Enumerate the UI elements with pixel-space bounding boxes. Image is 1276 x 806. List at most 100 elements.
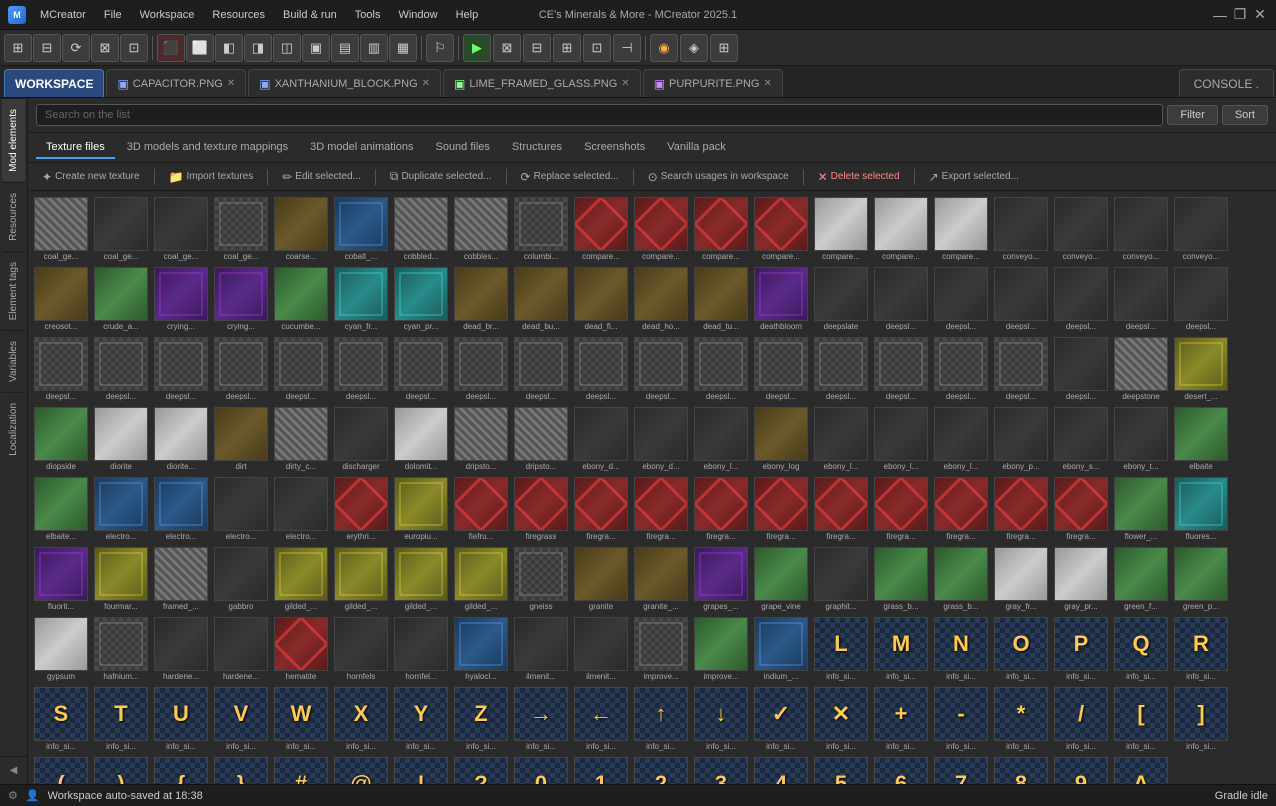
- import-textures-button[interactable]: 📁 Import textures: [163, 168, 260, 186]
- texture-item[interactable]: creosot...: [32, 265, 90, 333]
- toolbar-btn-10[interactable]: ◫: [273, 34, 301, 62]
- texture-item[interactable]: coal_ge...: [152, 195, 210, 263]
- texture-item[interactable]: deepsl...: [1052, 335, 1110, 403]
- toolbar-btn-3[interactable]: ⟳: [62, 34, 90, 62]
- texture-item[interactable]: deepsl...: [212, 335, 270, 403]
- toolbar-btn-9[interactable]: ◨: [244, 34, 272, 62]
- texture-item[interactable]: dolomit...: [392, 405, 450, 473]
- texture-item[interactable]: gypsum: [32, 615, 90, 683]
- texture-item[interactable]: + info_si...: [872, 685, 930, 753]
- texture-item[interactable]: cobbles...: [452, 195, 510, 263]
- sub-tab-structures[interactable]: Structures: [502, 137, 572, 159]
- texture-item[interactable]: cyan_fr...: [332, 265, 390, 333]
- texture-item[interactable]: graphit...: [812, 545, 870, 613]
- texture-item[interactable]: deepsl...: [752, 335, 810, 403]
- tab-console[interactable]: CONSOLE .: [1179, 69, 1274, 97]
- toolbar-btn-8[interactable]: ◧: [215, 34, 243, 62]
- export-selected-button[interactable]: ↗ Export selected...: [923, 168, 1025, 186]
- toolbar-btn-17[interactable]: ⊠: [493, 34, 521, 62]
- texture-item[interactable]: crude_a...: [92, 265, 150, 333]
- texture-item[interactable]: compare...: [872, 195, 930, 263]
- texture-item[interactable]: → info_si...: [512, 685, 570, 753]
- texture-item[interactable]: deepsl...: [992, 335, 1050, 403]
- texture-item[interactable]: @ info_si...: [332, 755, 390, 784]
- tab-purpurite[interactable]: ▣ PURPURITE.PNG ✕: [643, 69, 783, 97]
- texture-item[interactable]: O info_si...: [992, 615, 1050, 683]
- tab-workspace[interactable]: WORKSPACE: [4, 69, 104, 97]
- sidebar-collapse-btn[interactable]: ◀: [0, 756, 28, 784]
- toolbar-btn-7[interactable]: ⬜: [186, 34, 214, 62]
- texture-item[interactable]: deepsl...: [92, 335, 150, 403]
- texture-item[interactable]: 6 info_si...: [872, 755, 930, 784]
- texture-item[interactable]: P info_si...: [1052, 615, 1110, 683]
- texture-item[interactable]: ebony_s...: [1052, 405, 1110, 473]
- texture-item[interactable]: deepsl...: [572, 335, 630, 403]
- tab-xanthanium[interactable]: ▣ XANTHANIUM_BLOCK.PNG ✕: [248, 69, 441, 97]
- texture-item[interactable]: grapes_...: [692, 545, 750, 613]
- texture-item[interactable]: * info_si...: [992, 685, 1050, 753]
- run-btn[interactable]: ▶: [463, 34, 491, 62]
- texture-item[interactable]: deepsl...: [272, 335, 330, 403]
- texture-item[interactable]: L info_si...: [812, 615, 870, 683]
- texture-item[interactable]: R info_si...: [1172, 615, 1230, 683]
- texture-item[interactable]: 9 info_si...: [1052, 755, 1110, 784]
- texture-item[interactable]: T info_si...: [92, 685, 150, 753]
- texture-item[interactable]: ✓ info_si...: [752, 685, 810, 753]
- texture-item[interactable]: dead_bu...: [512, 265, 570, 333]
- texture-item[interactable]: firegra...: [692, 475, 750, 543]
- texture-item[interactable]: hornfels: [332, 615, 390, 683]
- texture-item[interactable]: green_p...: [1172, 545, 1230, 613]
- texture-item[interactable]: grass_b...: [932, 545, 990, 613]
- sidebar-item-mod-elements[interactable]: Mod elements: [2, 98, 25, 182]
- texture-item[interactable]: 7 info_si...: [932, 755, 990, 784]
- texture-item[interactable]: deepsl...: [152, 335, 210, 403]
- toolbar-btn-23[interactable]: ◈: [680, 34, 708, 62]
- menu-help[interactable]: Help: [448, 7, 487, 23]
- toolbar-btn-20[interactable]: ⊡: [583, 34, 611, 62]
- texture-item[interactable]: Z info_si...: [452, 685, 510, 753]
- replace-selected-button[interactable]: ⟳ Replace selected...: [515, 168, 625, 186]
- texture-item[interactable]: N info_si...: [932, 615, 990, 683]
- search-input[interactable]: [36, 104, 1163, 126]
- texture-item[interactable]: deepsl...: [1112, 265, 1170, 333]
- toolbar-btn-13[interactable]: ▥: [360, 34, 388, 62]
- texture-item[interactable]: deepsl...: [32, 335, 90, 403]
- texture-item[interactable]: firegra...: [932, 475, 990, 543]
- texture-item[interactable]: diopside: [32, 405, 90, 473]
- texture-item[interactable]: ebony_p...: [992, 405, 1050, 473]
- texture-item[interactable]: diorite: [92, 405, 150, 473]
- texture-item[interactable]: 2 info_si...: [632, 755, 690, 784]
- texture-item[interactable]: S info_si...: [32, 685, 90, 753]
- texture-item[interactable]: firegrass: [512, 475, 570, 543]
- texture-item[interactable]: framed_...: [152, 545, 210, 613]
- texture-item[interactable]: fourmar...: [92, 545, 150, 613]
- texture-item[interactable]: compare...: [572, 195, 630, 263]
- close-button[interactable]: ✕: [1252, 7, 1268, 23]
- texture-item[interactable]: ilmenit...: [572, 615, 630, 683]
- texture-item[interactable]: deepsl...: [632, 335, 690, 403]
- texture-item[interactable]: electro...: [152, 475, 210, 543]
- sidebar-item-localization[interactable]: Localization: [2, 392, 25, 466]
- texture-item[interactable]: W info_si...: [272, 685, 330, 753]
- texture-item[interactable]: ↑ info_si...: [632, 685, 690, 753]
- texture-item[interactable]: firegra...: [992, 475, 1050, 543]
- texture-item[interactable]: crying...: [152, 265, 210, 333]
- texture-item[interactable]: deepsl...: [932, 265, 990, 333]
- texture-item[interactable]: ) info_si...: [92, 755, 150, 784]
- texture-item[interactable]: M info_si...: [872, 615, 930, 683]
- tab-lime-glass-close[interactable]: ✕: [621, 78, 629, 89]
- texture-item[interactable]: ? info_si...: [452, 755, 510, 784]
- texture-item[interactable]: gilded_...: [452, 545, 510, 613]
- duplicate-selected-button[interactable]: ⧉ Duplicate selected...: [384, 167, 498, 186]
- texture-item[interactable]: indium_...: [752, 615, 810, 683]
- user-icon[interactable]: 👤: [26, 789, 40, 802]
- menu-file[interactable]: File: [96, 7, 130, 23]
- texture-item[interactable]: gneiss: [512, 545, 570, 613]
- texture-item[interactable]: ebony_log: [752, 405, 810, 473]
- texture-item[interactable]: cyan_pr...: [392, 265, 450, 333]
- texture-item[interactable]: electro...: [272, 475, 330, 543]
- texture-item[interactable]: deepslate: [812, 265, 870, 333]
- texture-item[interactable]: conveyo...: [992, 195, 1050, 263]
- texture-item[interactable]: elbaite...: [32, 475, 90, 543]
- texture-item[interactable]: dirt: [212, 405, 270, 473]
